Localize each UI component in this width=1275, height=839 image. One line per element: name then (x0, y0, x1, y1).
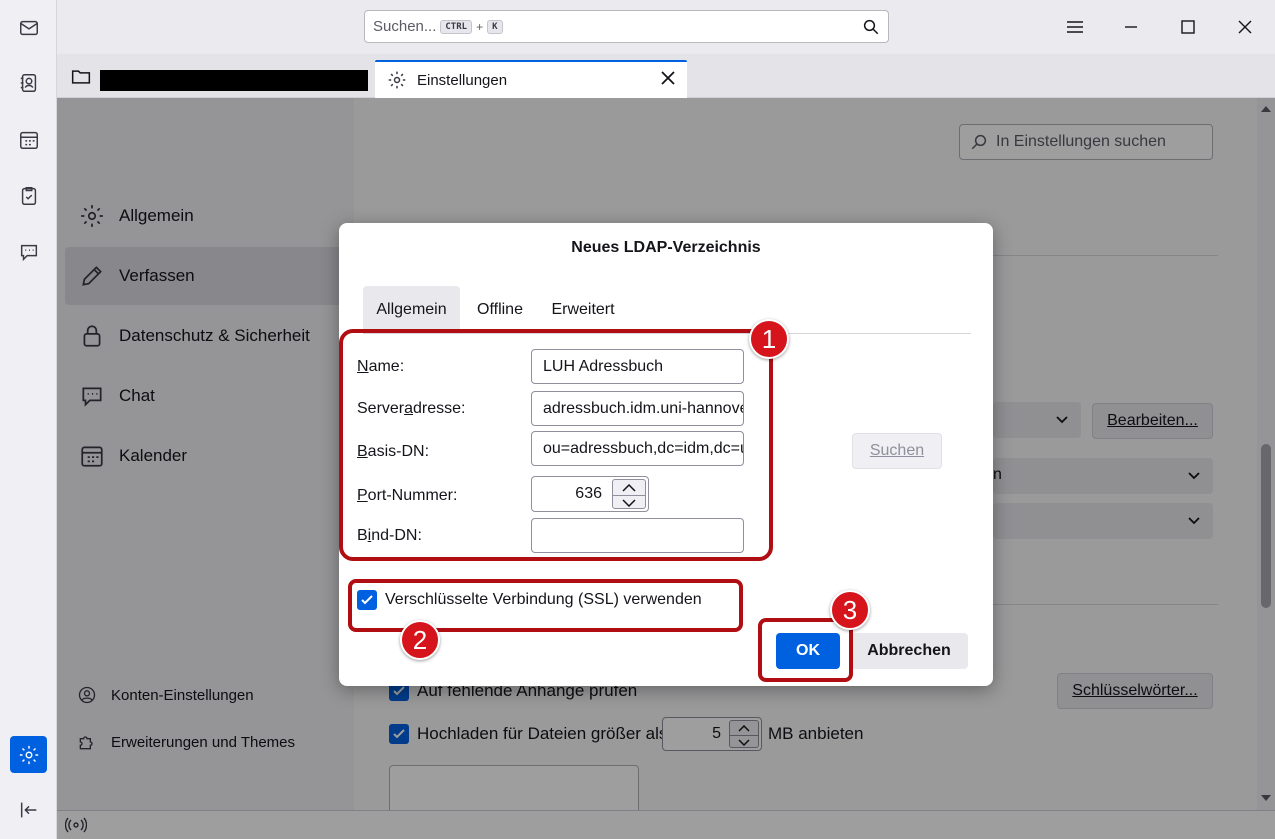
addressbook-space-button[interactable] (10, 64, 47, 101)
redacted-tab-title (100, 70, 368, 91)
calendar-space-button[interactable] (10, 121, 47, 158)
gear-icon (388, 71, 406, 89)
tab-settings-label: Einstellungen (417, 71, 508, 89)
global-search-placeholder: Suchen... (373, 18, 437, 35)
search-button[interactable]: Suchen (852, 433, 942, 469)
spaces-toolbar (0, 0, 57, 839)
chat-icon (20, 244, 37, 261)
search-button-label: Suchen (869, 442, 925, 459)
maximize-button[interactable] (1175, 14, 1201, 40)
minimize-icon (1125, 26, 1137, 28)
chat-space-button[interactable] (10, 233, 47, 270)
collapse-left-icon (20, 802, 36, 817)
search-icon[interactable] (862, 18, 880, 36)
mail-icon (19, 20, 38, 35)
gear-icon (19, 745, 38, 764)
tab-settings[interactable]: Einstellungen (375, 60, 687, 98)
dialog-tabs: Allgemein Offline Erweitert (363, 286, 971, 334)
tasks-space-button[interactable] (10, 177, 47, 214)
close-icon (1238, 20, 1252, 34)
annotation-box-fields (339, 329, 773, 561)
maximize-icon (1181, 20, 1195, 34)
dialog-title: Neues LDAP-Verzeichnis (571, 239, 761, 256)
mail-tab[interactable] (71, 68, 91, 91)
tasks-icon (21, 186, 36, 205)
annotation-marker-3: 3 (830, 590, 870, 630)
tab-bar: Einstellungen (57, 54, 1275, 98)
minimize-button[interactable] (1118, 14, 1144, 40)
tab-erweitert[interactable]: Erweitert (540, 286, 626, 333)
close-tab-icon[interactable] (661, 71, 675, 85)
shortcut-key-ctrl: CTRL (440, 19, 473, 34)
annotation-marker-1: 1 (749, 319, 789, 359)
tab-offline[interactable]: Offline (460, 286, 540, 333)
annotation-marker-2: 2 (400, 620, 440, 660)
close-window-button[interactable] (1232, 14, 1258, 40)
mail-space-button[interactable] (10, 9, 47, 46)
annotation-box-ok (758, 618, 853, 682)
addressbook-icon (20, 73, 36, 92)
folder-icon (71, 70, 91, 84)
shortcut-key-k: K (487, 19, 503, 34)
title-bar: Suchen... CTRL + K (57, 0, 1275, 54)
global-search-input[interactable]: Suchen... CTRL + K (364, 10, 889, 43)
calendar-icon (19, 131, 38, 149)
shortcut-plus: + (476, 19, 484, 34)
tab-allgemein[interactable]: Allgemein (363, 286, 460, 333)
hamburger-icon (1067, 21, 1083, 33)
app-menu-button[interactable] (1062, 14, 1088, 40)
collapse-toolbar-button[interactable] (10, 791, 47, 828)
settings-space-button[interactable] (10, 736, 47, 773)
cancel-button[interactable]: Abbrechen (850, 633, 968, 669)
